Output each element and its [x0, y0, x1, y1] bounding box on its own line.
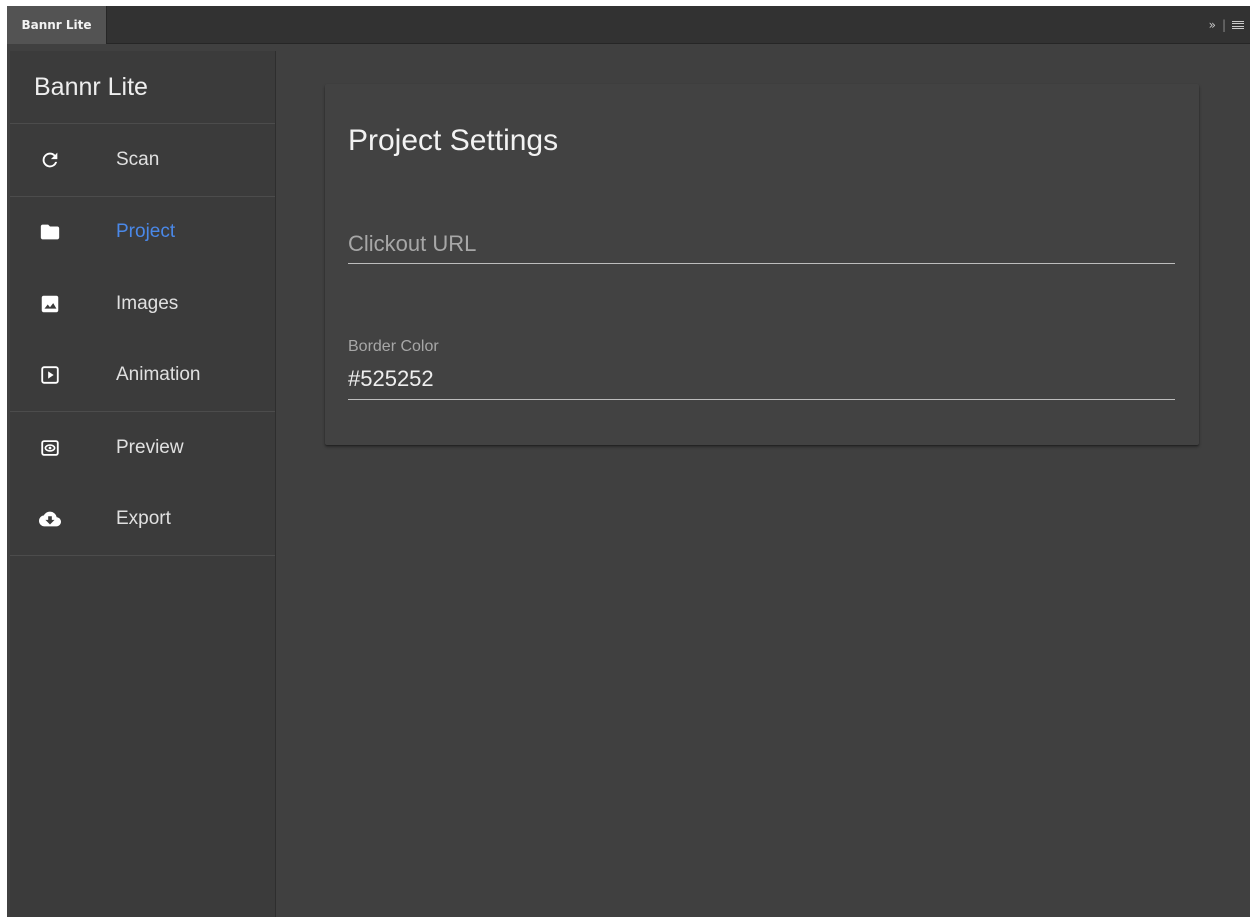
clickout-url-input[interactable] — [348, 226, 1175, 262]
sidebar-item-label: Project — [116, 221, 176, 243]
clickout-url-field — [348, 226, 1175, 264]
folder-icon — [39, 221, 61, 243]
sidebar-item-label: Scan — [116, 148, 160, 170]
page-title: Project Settings — [348, 124, 559, 157]
panel-tab-bar: Bannr Lite » | — [7, 6, 1250, 44]
nav-group-scan: Scan — [10, 124, 275, 197]
image-icon — [39, 293, 61, 315]
tab-bannr-lite[interactable]: Bannr Lite — [7, 6, 107, 44]
border-color-input[interactable] — [348, 362, 1175, 396]
nav-group-project: Project Images Animation — [10, 197, 275, 412]
cloud-download-icon — [39, 508, 61, 530]
sidebar-item-images[interactable]: Images — [10, 268, 275, 340]
nav-group-output: Preview Export — [10, 412, 275, 556]
collapse-panel-button[interactable]: » — [1209, 18, 1216, 32]
sidebar-item-label: Export — [116, 508, 171, 530]
sidebar: Bannr Lite Scan Project Images Animation… — [10, 51, 276, 917]
border-color-field: Border Color — [348, 338, 1175, 400]
sidebar-item-label: Images — [116, 292, 179, 314]
refresh-icon — [39, 149, 61, 171]
sidebar-item-preview[interactable]: Preview — [10, 412, 275, 484]
sidebar-item-export[interactable]: Export — [10, 484, 275, 556]
panel-menu-icon[interactable] — [1232, 20, 1244, 30]
project-settings-card: Project Settings Border Color — [325, 84, 1199, 445]
sidebar-item-label: Preview — [116, 436, 184, 458]
app-brand: Bannr Lite — [10, 51, 275, 124]
panel-controls: » | — [1209, 6, 1244, 44]
controls-separator: | — [1221, 18, 1226, 32]
sidebar-item-label: Animation — [116, 364, 201, 386]
sidebar-item-animation[interactable]: Animation — [10, 340, 275, 412]
eye-icon — [39, 437, 61, 459]
sidebar-item-project[interactable]: Project — [10, 197, 275, 269]
play-icon — [39, 364, 61, 386]
main-content: Project Settings Border Color — [277, 51, 1250, 917]
extension-panel: Bannr Lite » | Bannr Lite Scan Project I… — [7, 6, 1250, 917]
sidebar-item-scan[interactable]: Scan — [10, 124, 275, 196]
border-color-label: Border Color — [348, 338, 439, 355]
